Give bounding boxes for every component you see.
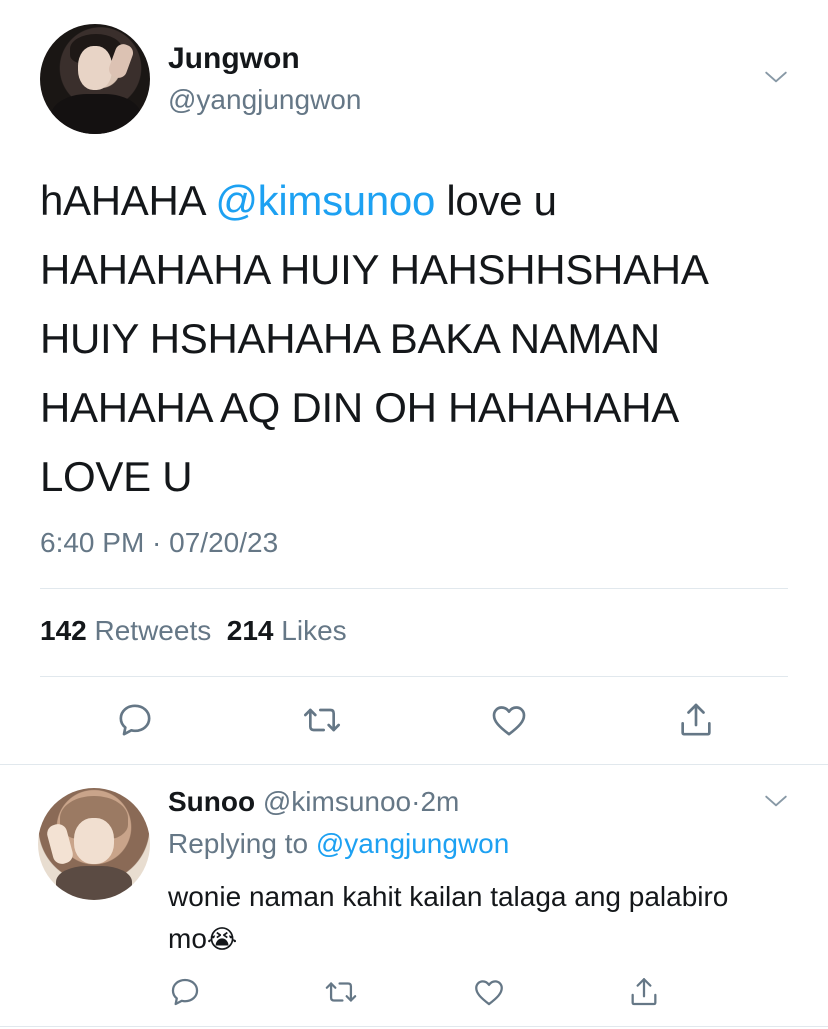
divider <box>40 588 788 589</box>
avatar-body <box>50 94 142 134</box>
retweets-stat[interactable]: 142 Retweets <box>40 615 211 646</box>
retweets-count: 142 <box>40 615 87 646</box>
author-handle[interactable]: @yangjungwon <box>168 84 361 116</box>
divider <box>0 1026 828 1027</box>
avatar-face <box>74 818 114 864</box>
replying-to-line: Replying to @yangjungwon <box>168 828 509 860</box>
reply-icon[interactable] <box>168 975 202 1009</box>
divider <box>40 676 788 677</box>
avatar-face <box>78 46 112 90</box>
like-icon[interactable] <box>472 975 506 1009</box>
likes-label: Likes <box>281 615 347 646</box>
chevron-down-icon[interactable] <box>763 64 789 90</box>
retweets-label: Retweets <box>94 615 212 646</box>
tweet-text: hAHAHA @kimsunoo love u HAHAHAHA HUIY HA… <box>40 166 800 511</box>
share-icon[interactable] <box>676 700 716 740</box>
reply-text: wonie naman kahit kailan talaga ang pala… <box>168 876 768 960</box>
tweet-text-rest: love u HAHAHAHA HUIY HAHSHHSHAHA HUIY HS… <box>40 177 709 500</box>
like-icon[interactable] <box>489 700 529 740</box>
avatar-suit <box>56 866 132 900</box>
likes-count: 214 <box>226 615 274 646</box>
reply-author-avatar[interactable] <box>38 788 150 900</box>
replying-label: Replying to <box>168 828 309 859</box>
divider <box>0 764 828 765</box>
engagement-stats: 142 Retweets 214 Likes <box>40 615 347 647</box>
reply-time[interactable]: 2m <box>420 786 459 817</box>
tweet-text-start: hAHAHA <box>40 177 216 224</box>
retweet-icon[interactable] <box>324 975 358 1009</box>
tweet-timestamp[interactable]: 6:40 PM · 07/20/23 <box>40 527 278 559</box>
mention-link[interactable]: @kimsunoo <box>215 177 435 224</box>
likes-stat[interactable]: 214 Likes <box>227 615 347 646</box>
retweet-icon[interactable] <box>302 700 342 740</box>
reply-author-handle[interactable]: @kimsunoo <box>263 786 411 817</box>
reply-header: Sunoo @kimsunoo·2m <box>168 786 459 818</box>
replying-to-link[interactable]: @yangjungwon <box>316 828 509 859</box>
reply-body: wonie naman kahit kailan talaga ang pala… <box>168 881 729 954</box>
author-avatar[interactable] <box>40 24 150 134</box>
share-icon[interactable] <box>627 975 661 1009</box>
reply-author-name[interactable]: Sunoo <box>168 786 255 817</box>
author-name[interactable]: Jungwon <box>168 42 300 76</box>
crying-emoji: 😭 <box>206 924 238 954</box>
reply-icon[interactable] <box>115 700 155 740</box>
chevron-down-icon[interactable] <box>763 788 789 814</box>
